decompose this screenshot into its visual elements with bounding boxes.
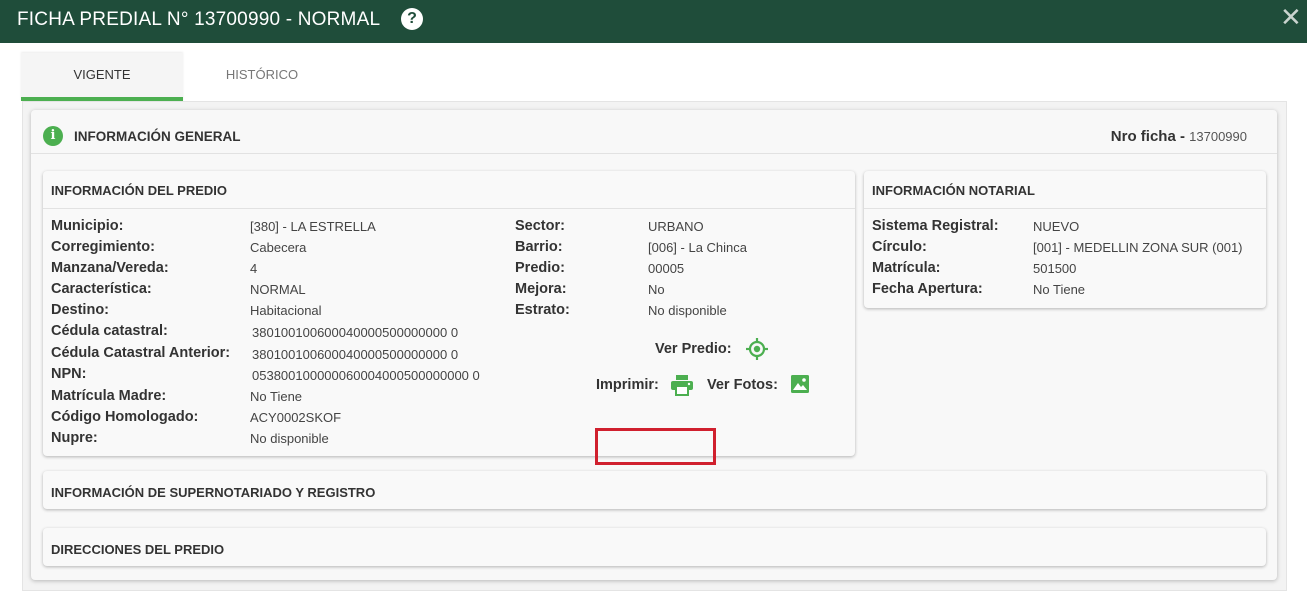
general-info-header: i INFORMACIÓN GENERAL Nro ficha - 137009… bbox=[31, 110, 1277, 154]
field-label: Destino: bbox=[51, 302, 109, 318]
field-value: No Tiene bbox=[250, 389, 303, 404]
field-label: Sector: bbox=[515, 218, 565, 234]
ver-predio-label: Ver Predio: bbox=[655, 341, 732, 357]
nro-ficha-value: 13700990 bbox=[1189, 129, 1247, 144]
field-label: Mejora: bbox=[515, 281, 567, 297]
field-label: Nupre: bbox=[51, 430, 98, 446]
field-label: Sistema Registral: bbox=[872, 218, 999, 234]
highlight-box bbox=[595, 428, 716, 465]
field-value: [380] - LA ESTRELLA bbox=[250, 219, 376, 234]
help-icon[interactable]: ? bbox=[401, 8, 423, 30]
notarial-info-card: INFORMACIÓN NOTARIAL Sistema Registral: … bbox=[864, 171, 1266, 308]
divider bbox=[43, 208, 855, 209]
ver-fotos-label: Ver Fotos: bbox=[707, 377, 778, 393]
general-info-title: INFORMACIÓN GENERAL bbox=[74, 129, 241, 144]
printer-icon[interactable] bbox=[670, 374, 694, 396]
field-label: NPN: bbox=[51, 366, 87, 382]
supernotariado-title: INFORMACIÓN DE SUPERNOTARIADO Y REGISTRO bbox=[51, 485, 376, 500]
field-label: Estrato: bbox=[515, 302, 570, 318]
field-label: Barrio: bbox=[515, 239, 563, 255]
field-value: No disponible bbox=[648, 303, 727, 318]
field-label: Matrícula Madre: bbox=[51, 388, 167, 404]
field-label: Corregimiento: bbox=[51, 239, 155, 255]
field-label: Predio: bbox=[515, 260, 565, 276]
locate-icon[interactable] bbox=[745, 337, 769, 361]
field-value: URBANO bbox=[648, 219, 704, 234]
tab-content-panel: i INFORMACIÓN GENERAL Nro ficha - 137009… bbox=[22, 101, 1287, 591]
field-label: Fecha Apertura: bbox=[872, 281, 983, 297]
field-value: 380100100600040000500000000 0 bbox=[252, 347, 459, 362]
field-value: 501500 bbox=[1033, 261, 1077, 276]
field-value: [001] - MEDELLIN ZONA SUR (001) bbox=[1033, 240, 1243, 255]
field-value: Cabecera bbox=[250, 240, 307, 255]
field-value: 00005 bbox=[648, 261, 685, 276]
field-value: Habitacional bbox=[250, 303, 322, 318]
nro-ficha-label: Nro ficha - bbox=[1110, 128, 1185, 145]
field-value: 380100100600040000500000000 0 bbox=[252, 325, 459, 340]
field-value: [006] - La Chinca bbox=[648, 240, 748, 255]
field-label: Círculo: bbox=[872, 239, 927, 255]
field-value: No Tiene bbox=[1033, 282, 1086, 297]
field-label: Manzana/Vereda: bbox=[51, 260, 169, 276]
field-label: Cédula Catastral Anterior: bbox=[51, 345, 231, 361]
close-icon[interactable]: ✕ bbox=[1280, 4, 1302, 30]
image-icon[interactable] bbox=[790, 374, 810, 394]
field-label: Cédula catastral: bbox=[51, 323, 168, 339]
predio-info-title: INFORMACIÓN DEL PREDIO bbox=[51, 183, 227, 198]
direcciones-title: DIRECCIONES DEL PREDIO bbox=[51, 542, 225, 557]
tab-vigente[interactable]: VIGENTE bbox=[21, 53, 183, 101]
field-value: 4 bbox=[250, 261, 258, 276]
field-value: No disponible bbox=[250, 431, 329, 446]
field-value: ACY0002SKOF bbox=[250, 410, 342, 425]
field-label: Característica: bbox=[51, 281, 152, 297]
field-label: Municipio: bbox=[51, 218, 124, 234]
imprimir-label: Imprimir: bbox=[596, 377, 659, 393]
dialog-titlebar: FICHA PREDIAL N° 13700990 - NORMAL ? ✕ bbox=[0, 0, 1307, 43]
tab-historico[interactable]: HISTÓRICO bbox=[191, 53, 333, 101]
info-icon: i bbox=[43, 126, 63, 146]
field-value: No bbox=[648, 282, 665, 297]
tab-bar: VIGENTE HISTÓRICO bbox=[21, 53, 1286, 101]
divider bbox=[864, 208, 1266, 209]
field-label: Matrícula: bbox=[872, 260, 941, 276]
general-info-card: i INFORMACIÓN GENERAL Nro ficha - 137009… bbox=[31, 110, 1277, 580]
nro-ficha: Nro ficha - 13700990 bbox=[1111, 128, 1247, 145]
field-value: NUEVO bbox=[1033, 219, 1080, 234]
dialog-title: FICHA PREDIAL N° 13700990 - NORMAL bbox=[17, 9, 381, 30]
supernotariado-section[interactable]: INFORMACIÓN DE SUPERNOTARIADO Y REGISTRO bbox=[43, 471, 1266, 509]
field-label: Código Homologado: bbox=[51, 409, 199, 425]
field-value: NORMAL bbox=[250, 282, 306, 297]
direcciones-section[interactable]: DIRECCIONES DEL PREDIO bbox=[43, 528, 1266, 566]
field-value: 053800100000060004000500000000 0 bbox=[252, 368, 480, 383]
predio-info-card: INFORMACIÓN DEL PREDIO Municipio: [380] … bbox=[43, 171, 855, 465]
notarial-info-title: INFORMACIÓN NOTARIAL bbox=[872, 183, 1035, 198]
